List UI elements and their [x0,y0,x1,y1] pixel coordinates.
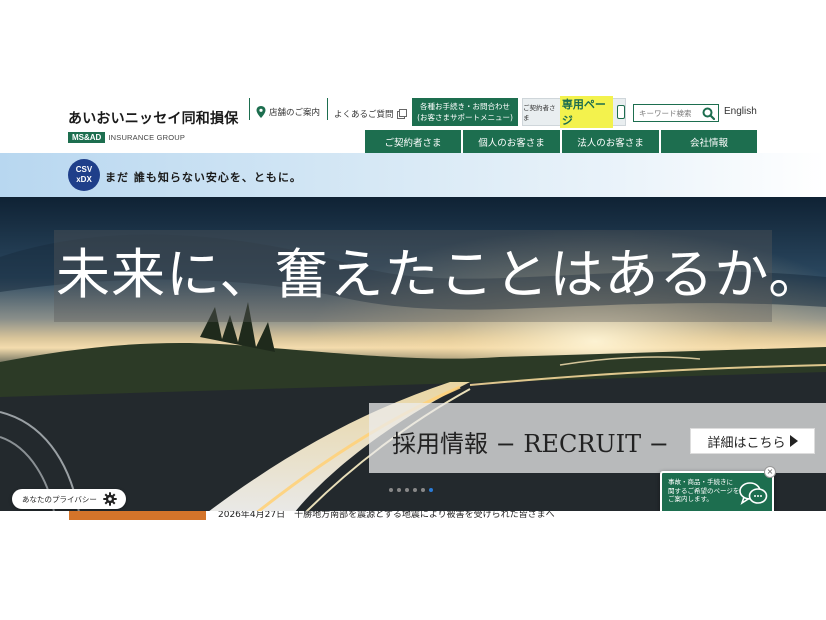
chat-assistant-widget[interactable]: 事故・商品・手続きに 関するご希望のページを ご案内します。 [660,471,774,515]
csv-dx-badge: CSV xDX [68,159,100,191]
search-icon[interactable] [702,107,715,120]
page: あいおいニッセイ同和損保 MS&AD INSURANCE GROUP 店舗のご案… [0,0,826,620]
msad-badge: MS&AD [68,132,106,143]
faq-label: よくあるご質問 [334,110,394,120]
member-page-button[interactable]: ご契約者さま 専用ページ [522,96,626,128]
smartphone-icon [616,105,625,119]
english-link[interactable]: English [724,106,757,117]
external-window-icon [396,109,407,119]
logo-subline: MS&AD INSURANCE GROUP [68,132,248,143]
tab-personal[interactable]: 個人のお客さま [463,130,560,153]
carousel-dot[interactable] [421,488,425,492]
detail-button-label: 詳細はこちら [707,435,786,451]
privacy-label: あなたのプライバシー [22,494,97,504]
hero-headline: 未来に、奮えたことはあるか。 [56,243,824,306]
recruit-title: 採用情報 − RECRUIT − [392,430,669,458]
map-pin-icon [256,106,266,118]
chat-close-button[interactable]: × [764,466,776,478]
tagline-text: まだ 誰も知らない安心を、ともに。 [105,171,302,184]
support-menu-button[interactable]: 各種お手続き・お問合わせ (お客さまサポートメニュー) [412,98,518,126]
privacy-settings-button[interactable]: あなたのプライバシー [12,489,126,509]
blank-area [0,520,826,620]
divider [249,98,250,120]
divider [327,98,328,120]
news-bar: 2026年4月27日 十勝地方南部を震源とする地震により被害を受けられた皆さまへ [0,511,826,520]
gear-icon [103,492,117,506]
search-box [633,104,719,122]
recruit-detail-button[interactable]: 詳細はこちら [690,428,815,454]
member-small-label: ご契約者さま [523,104,556,122]
tab-corporate[interactable]: 法人のお客さま [562,130,659,153]
search-input[interactable] [634,105,702,121]
support-line-1: 各種お手続き・お問合わせ [420,102,510,111]
news-headline-link[interactable]: 2026年4月27日 十勝地方南部を震源とする地震により被害を受けられた皆さまへ [218,511,555,520]
faq-link[interactable]: よくあるご質問 [334,108,407,120]
tab-policyholder[interactable]: ご契約者さま [365,130,461,153]
badge-top-text: CSV [75,165,93,174]
company-logo[interactable]: あいおいニッセイ同和損保 MS&AD INSURANCE GROUP [68,108,248,143]
chat-bubble-icon [739,482,768,505]
logo-name: あいおいニッセイ同和損保 [68,111,239,127]
carousel-dots [389,488,433,492]
store-info-label: 店舗のご案内 [269,108,321,118]
insurance-group-label: INSURANCE GROUP [108,133,186,142]
store-info-link[interactable]: 店舗のご案内 [256,106,320,118]
support-line-2: (お客さまサポートメニュー) [417,113,513,122]
carousel-dot[interactable] [413,488,417,492]
carousel-dot-active[interactable] [429,488,433,492]
carousel-dot[interactable] [405,488,409,492]
member-page-label: 専用ページ [559,96,613,128]
carousel-dot[interactable] [397,488,401,492]
arrow-right-icon [789,435,798,447]
tab-company-info[interactable]: 会社情報 [661,130,757,153]
carousel-dot[interactable] [389,488,393,492]
badge-bottom-text: xDX [76,175,92,184]
news-label-tag [69,511,206,520]
